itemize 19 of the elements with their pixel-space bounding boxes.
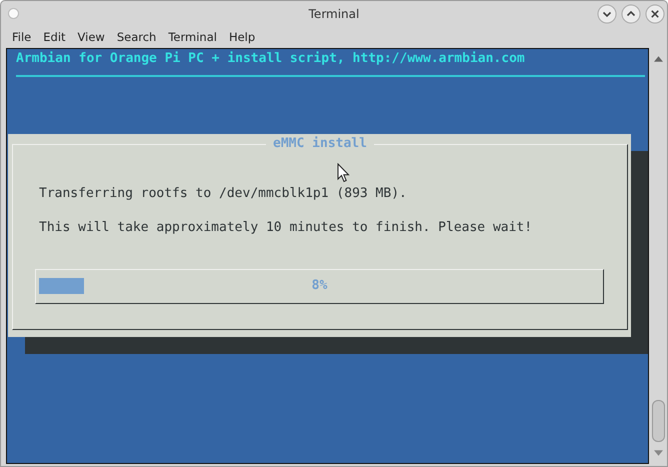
header-text: Armbian for Orange Pi PC + install script, http://www.armbian.com <box>15 50 526 67</box>
scroll-up-icon[interactable] <box>654 56 663 62</box>
menu-item[interactable]: View <box>72 30 111 44</box>
close-icon[interactable] <box>645 4 665 24</box>
scroll-down-icon[interactable] <box>654 450 663 456</box>
menu-item[interactable]: Terminal <box>162 30 223 44</box>
minimize-icon[interactable] <box>597 4 617 24</box>
progress-reading: 8% <box>312 278 328 294</box>
maximize-icon[interactable] <box>621 4 641 24</box>
menu-item[interactable]: Edit <box>37 30 72 44</box>
window-icon <box>8 8 19 19</box>
menu-item[interactable]: Help <box>222 30 262 44</box>
dialog-message: This will take approximately 10 minutes to finish. Please wait! <box>39 219 532 236</box>
menu-item[interactable]: File <box>6 30 38 44</box>
scrollbar-thumb[interactable] <box>652 400 665 442</box>
mouse-pointer-icon <box>337 163 350 183</box>
window-title: Terminal <box>308 6 360 20</box>
menu-item[interactable]: Search <box>110 30 162 44</box>
dialog-message: Transferring rootfs to /dev/mmcblk1p1 (893 MB). <box>39 185 407 202</box>
